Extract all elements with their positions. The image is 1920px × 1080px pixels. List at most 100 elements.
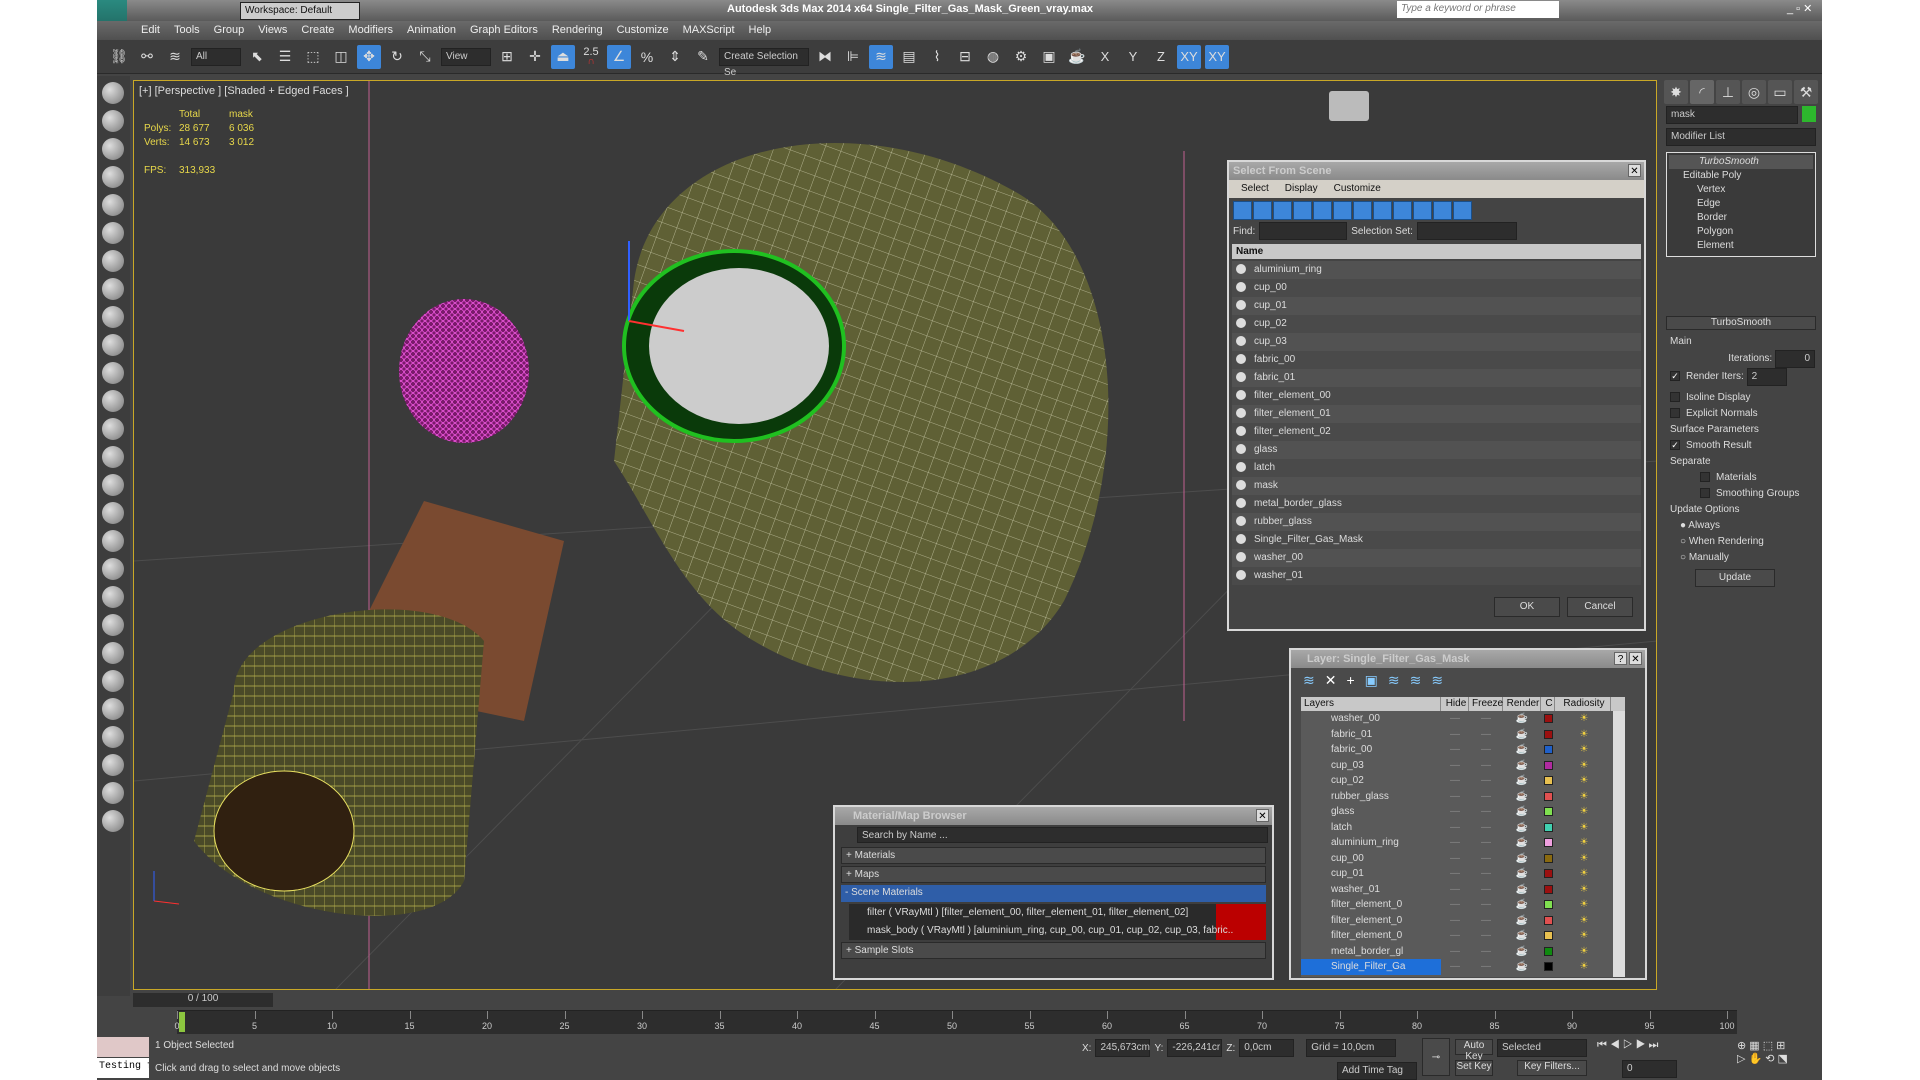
x-coord-field[interactable]: 245,673cm bbox=[1095, 1039, 1151, 1057]
list-item[interactable]: filter_element_01 bbox=[1232, 405, 1641, 423]
render-teapot-icon[interactable]: ☕ bbox=[1503, 882, 1541, 898]
freeze-toggle[interactable]: — bbox=[1469, 882, 1503, 898]
spinner-snap-icon[interactable]: ⇕ bbox=[663, 45, 687, 69]
layer-color-swatch[interactable] bbox=[1544, 745, 1553, 754]
create-tool-icon[interactable] bbox=[102, 418, 124, 440]
radiosity-sun-icon[interactable]: ☀ bbox=[1556, 820, 1612, 836]
display-filter-icon[interactable] bbox=[1293, 201, 1312, 220]
list-item[interactable]: washer_00 bbox=[1232, 549, 1641, 567]
close-button[interactable]: ✕ bbox=[1256, 809, 1269, 822]
key-filters-button[interactable]: Key Filters... bbox=[1517, 1060, 1587, 1076]
layer-row[interactable]: filter_element_0— — ☕ ☀ bbox=[1301, 913, 1625, 929]
render-teapot-icon[interactable]: ☕ bbox=[1503, 711, 1541, 727]
render-teapot-icon[interactable]: ☕ bbox=[1503, 727, 1541, 743]
menu-customize[interactable]: Customize bbox=[617, 21, 669, 40]
layer-color-swatch[interactable] bbox=[1544, 838, 1553, 847]
manipulate-icon[interactable]: ✛ bbox=[523, 45, 547, 69]
key-icon-button[interactable]: ⊸ bbox=[1422, 1038, 1450, 1076]
create-tool-icon[interactable] bbox=[102, 166, 124, 188]
render-setup-icon[interactable]: ⚙ bbox=[1009, 45, 1033, 69]
hide-toggle[interactable]: — bbox=[1441, 773, 1469, 789]
list-item[interactable]: glass bbox=[1232, 441, 1641, 459]
layer-manager-icon[interactable]: ≋ bbox=[869, 44, 893, 69]
align-icon[interactable]: ⊫ bbox=[841, 45, 865, 69]
percent-snap-icon[interactable]: % bbox=[635, 45, 659, 69]
layer-color-swatch[interactable] bbox=[1544, 822, 1553, 832]
layer-color-swatch[interactable] bbox=[1544, 869, 1553, 878]
layer-row[interactable]: washer_00— — ☕ ☀ bbox=[1301, 711, 1625, 727]
stack-sub-polygon[interactable]: Polygon bbox=[1669, 225, 1813, 239]
radiosity-sun-icon[interactable]: ☀ bbox=[1556, 944, 1612, 960]
list-item[interactable]: fabric_00 bbox=[1232, 351, 1641, 369]
radiosity-sun-icon[interactable]: ☀ bbox=[1556, 742, 1612, 758]
stack-sub-element[interactable]: Element bbox=[1669, 239, 1813, 253]
playback-controls[interactable]: ⏮ ◀ ▷ ▶ ⏭ bbox=[1597, 1039, 1658, 1052]
iterations-spinner[interactable]: 0 bbox=[1775, 350, 1815, 368]
hide-toggle[interactable]: — bbox=[1441, 913, 1469, 929]
layer-row[interactable]: filter_element_0— — ☕ ☀ bbox=[1301, 897, 1625, 913]
unlink-icon[interactable]: ⚯ bbox=[135, 45, 159, 69]
maps-group[interactable]: + Maps bbox=[841, 866, 1266, 883]
selection-set-dropdown[interactable] bbox=[1416, 222, 1517, 240]
render-teapot-icon[interactable]: ☕ bbox=[1503, 866, 1541, 882]
hide-all-layers-icon[interactable]: ≋ bbox=[1431, 672, 1453, 688]
layer-color-swatch[interactable] bbox=[1544, 931, 1553, 940]
cancel-button[interactable]: Cancel bbox=[1567, 597, 1633, 617]
reference-coord-dropdown[interactable]: View bbox=[441, 47, 491, 66]
stack-turbosmooth[interactable]: TurboSmooth bbox=[1669, 155, 1813, 169]
layer-name[interactable]: washer_01 bbox=[1301, 882, 1441, 898]
layer-color-swatch[interactable] bbox=[1544, 853, 1553, 863]
render-teapot-icon[interactable]: ☕ bbox=[1503, 835, 1541, 851]
create-tab-icon[interactable]: ✸ bbox=[1664, 80, 1688, 104]
display-filter-icon[interactable] bbox=[1373, 201, 1392, 220]
set-current-layer-icon[interactable]: ≋ bbox=[1410, 672, 1432, 688]
object-color-swatch[interactable] bbox=[1802, 106, 1816, 122]
layer-color-swatch[interactable] bbox=[1544, 714, 1553, 723]
freeze-toggle[interactable]: — bbox=[1469, 835, 1503, 851]
select-layer-icon[interactable]: ≋ bbox=[1388, 672, 1410, 688]
create-tool-icon[interactable] bbox=[102, 138, 124, 160]
display-filter-icon[interactable] bbox=[1453, 201, 1472, 220]
window-crossing-icon[interactable]: ◫ bbox=[329, 45, 353, 69]
layer-color-swatch[interactable] bbox=[1544, 807, 1553, 816]
display-filter-icon[interactable] bbox=[1313, 201, 1332, 220]
rect-region-icon[interactable]: ⬚ bbox=[301, 45, 325, 69]
scene-materials-group[interactable]: - Scene Materials bbox=[841, 885, 1266, 902]
layer-color-swatch[interactable] bbox=[1544, 900, 1553, 909]
auto-key-button[interactable]: Auto Key bbox=[1455, 1039, 1493, 1062]
scale-icon[interactable]: ⤡ bbox=[413, 45, 437, 69]
layer-row[interactable]: aluminium_ring — — ☕ ☀ bbox=[1301, 835, 1625, 851]
layer-name[interactable]: Single_Filter_Ga bbox=[1301, 959, 1441, 975]
hide-toggle[interactable]: — bbox=[1441, 928, 1469, 944]
radiosity-sun-icon[interactable]: ☀ bbox=[1556, 789, 1612, 805]
create-tool-icon[interactable] bbox=[102, 810, 124, 832]
menu-graph-editors[interactable]: Graph Editors bbox=[470, 21, 538, 40]
create-tool-icon[interactable] bbox=[102, 726, 124, 748]
column-header-c[interactable]: C bbox=[1541, 697, 1555, 711]
materials-checkbox[interactable] bbox=[1700, 472, 1710, 483]
key-mode-dropdown[interactable]: Selected bbox=[1497, 1039, 1587, 1057]
column-header-freeze[interactable]: Freeze bbox=[1469, 697, 1503, 711]
layer-row[interactable]: latch — — ☕ ☀ bbox=[1301, 820, 1625, 836]
stack-sub-edge[interactable]: Edge bbox=[1669, 197, 1813, 211]
menu-select[interactable]: Select bbox=[1241, 183, 1269, 194]
rollout-turbosmooth-header[interactable]: TurboSmooth bbox=[1666, 316, 1816, 330]
display-filter-icon[interactable] bbox=[1413, 201, 1432, 220]
radio-when-rendering[interactable]: ○ bbox=[1680, 536, 1689, 547]
layer-color-swatch[interactable] bbox=[1544, 962, 1553, 971]
bind-space-warp-icon[interactable]: ≋ bbox=[163, 45, 187, 69]
render-iters-checkbox[interactable]: ✓ bbox=[1670, 371, 1680, 382]
create-tool-icon[interactable] bbox=[102, 82, 124, 104]
menu-group[interactable]: Group bbox=[214, 21, 245, 40]
display-filter-icon[interactable] bbox=[1353, 201, 1372, 220]
column-header-render[interactable]: Render bbox=[1503, 697, 1541, 711]
freeze-toggle[interactable]: — bbox=[1469, 913, 1503, 929]
freeze-toggle[interactable]: — bbox=[1469, 727, 1503, 743]
radiosity-sun-icon[interactable]: ☀ bbox=[1556, 959, 1612, 975]
render-teapot-icon[interactable]: ☕ bbox=[1503, 804, 1541, 820]
smoothing-groups-checkbox[interactable] bbox=[1700, 488, 1710, 499]
freeze-toggle[interactable]: — bbox=[1469, 773, 1503, 789]
layer-name[interactable]: cup_03 bbox=[1301, 758, 1441, 774]
display-filter-icon[interactable] bbox=[1393, 201, 1412, 220]
create-tool-icon[interactable] bbox=[102, 222, 124, 244]
